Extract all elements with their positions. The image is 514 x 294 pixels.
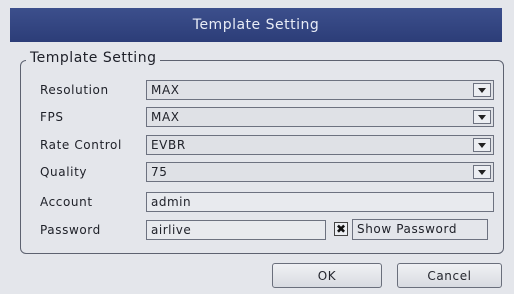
- password-label: Password: [40, 223, 101, 237]
- quality-label: Quality: [40, 165, 88, 179]
- window-title-text: Template Setting: [192, 17, 320, 33]
- quality-select[interactable]: 75: [146, 162, 494, 182]
- account-input[interactable]: admin: [146, 192, 494, 212]
- resolution-select[interactable]: MAX: [146, 80, 494, 100]
- resolution-value: MAX: [151, 83, 180, 97]
- show-password-checkbox[interactable]: ✖: [334, 222, 348, 236]
- password-input[interactable]: airlive: [146, 220, 326, 240]
- group-legend: Template Setting: [26, 50, 161, 66]
- resolution-dropdown-button[interactable]: [473, 83, 491, 97]
- chevron-down-icon: [478, 142, 486, 148]
- resolution-label: Resolution: [40, 83, 109, 97]
- template-setting-dialog: Template Setting Template Setting Resolu…: [0, 0, 514, 294]
- rate-control-value: EVBR: [151, 138, 186, 152]
- cancel-button[interactable]: Cancel: [397, 263, 502, 288]
- fps-select[interactable]: MAX: [146, 107, 494, 127]
- chevron-down-icon: [478, 114, 486, 120]
- ok-button[interactable]: OK: [272, 263, 382, 288]
- show-password-label[interactable]: Show Password: [352, 219, 488, 240]
- fps-dropdown-button[interactable]: [473, 110, 491, 124]
- chevron-down-icon: [478, 87, 486, 93]
- fps-label: FPS: [40, 110, 64, 124]
- rate-control-label: Rate Control: [40, 138, 122, 152]
- rate-control-select[interactable]: EVBR: [146, 135, 494, 155]
- rate-control-dropdown-button[interactable]: [473, 138, 491, 152]
- quality-dropdown-button[interactable]: [473, 165, 491, 179]
- chevron-down-icon: [478, 169, 486, 175]
- quality-value: 75: [151, 165, 168, 179]
- account-label: Account: [40, 195, 93, 209]
- fps-value: MAX: [151, 110, 180, 124]
- window-title: Template Setting: [10, 8, 502, 42]
